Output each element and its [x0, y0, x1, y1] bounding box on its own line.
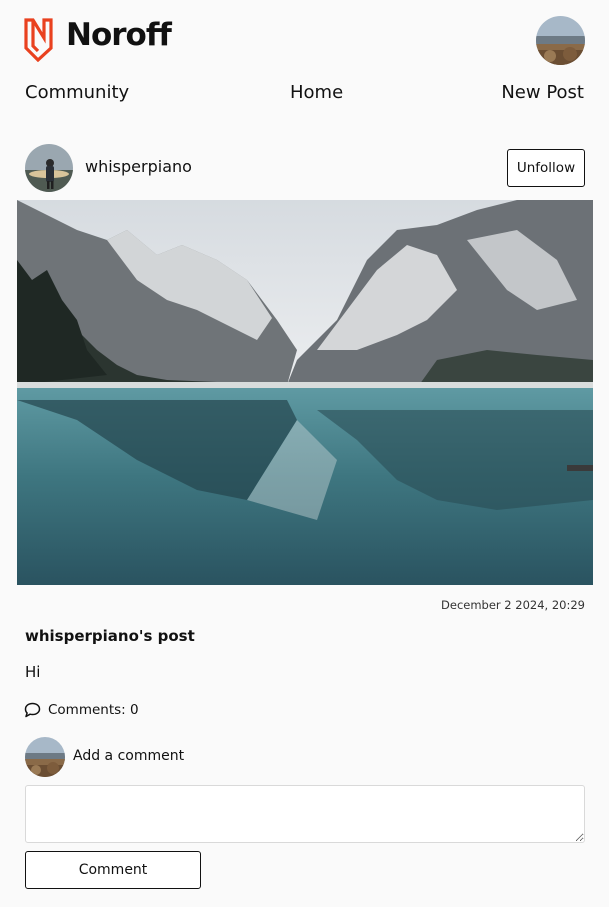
post-author-name[interactable]: whisperpiano — [85, 157, 192, 176]
post-image — [17, 200, 593, 585]
post-author-avatar[interactable] — [25, 144, 73, 192]
brand-name: Noroff — [66, 17, 172, 53]
comments-toggle[interactable]: Comments: 0 — [24, 702, 139, 718]
logo-link[interactable]: Noroff — [24, 16, 172, 62]
main-nav: Community Home New Post — [0, 82, 609, 106]
commenter-avatar — [25, 737, 65, 777]
comment-submit-button[interactable]: Comment — [25, 851, 201, 889]
add-comment-label: Add a comment — [73, 748, 185, 764]
unfollow-button[interactable]: Unfollow — [507, 149, 585, 187]
site-header: Noroff — [0, 0, 609, 75]
comment-textarea[interactable] — [25, 785, 585, 843]
user-avatar[interactable] — [536, 16, 585, 65]
speech-bubble-icon — [24, 702, 41, 718]
comments-count: Comments: 0 — [48, 702, 139, 718]
nav-home[interactable]: Home — [290, 82, 343, 103]
nav-community[interactable]: Community — [25, 82, 129, 103]
post-date: December 2 2024, 20:29 — [441, 598, 585, 612]
post-body: Hi — [25, 663, 41, 681]
nav-new-post[interactable]: New Post — [501, 82, 584, 103]
noroff-logo-icon — [24, 18, 53, 62]
post-title: whisperpiano's post — [25, 627, 195, 645]
